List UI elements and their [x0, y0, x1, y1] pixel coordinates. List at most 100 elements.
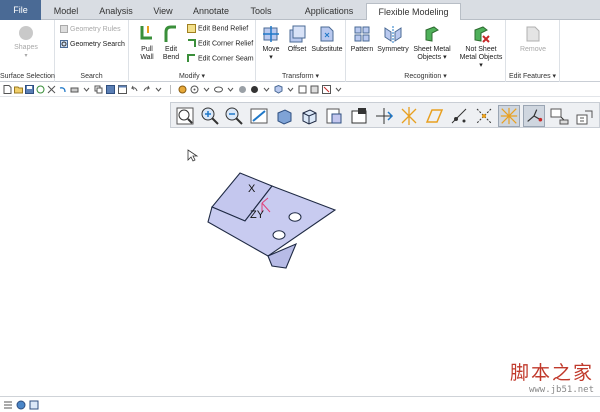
shading-with-edges-icon[interactable] — [298, 105, 320, 127]
redo-arrow-icon[interactable] — [142, 85, 151, 94]
appearance-sphere-icon[interactable] — [250, 85, 259, 94]
repaint-view-icon[interactable] — [248, 105, 270, 127]
print-icon[interactable] — [70, 85, 79, 94]
group-label-surface-selection: Surface Selection — [0, 73, 55, 80]
tab-tools[interactable]: Tools — [244, 3, 278, 20]
group-label-transform: Transform ▾ — [281, 73, 320, 80]
chevron-down-icon[interactable] — [202, 85, 211, 94]
geometry-search-button[interactable]: Geometry Search — [60, 40, 125, 50]
chevron-down-icon[interactable] — [334, 85, 343, 94]
group-label-edit-features: Edit Features ▾ — [508, 73, 557, 80]
csys-x-label: X — [248, 183, 256, 195]
chevron-down-icon[interactable] — [226, 85, 235, 94]
corner-relief-icon — [188, 39, 196, 47]
tab-model[interactable]: Model — [46, 3, 86, 20]
open-icon[interactable] — [14, 85, 23, 94]
pull-wall-icon — [140, 26, 152, 40]
chevron-down-icon[interactable] — [154, 85, 163, 94]
csys-zy-label: ZY — [250, 209, 265, 221]
spin-center-icon[interactable] — [190, 85, 199, 94]
tab-view[interactable]: View — [146, 3, 180, 20]
edit-bend-relief-button[interactable]: Edit Bend Relief — [187, 24, 248, 34]
move-icon — [263, 26, 279, 42]
not-sheet-metal-objects-button[interactable]: Not Sheet Metal Objects ▾ — [458, 24, 504, 70]
hidden-line-icon[interactable] — [323, 105, 345, 127]
tab-annotate[interactable]: Annotate — [186, 3, 236, 20]
chevron-down-icon[interactable] — [262, 85, 271, 94]
save-copy-icon[interactable] — [106, 85, 115, 94]
csys-display-icon[interactable] — [523, 105, 545, 127]
status-bar — [0, 396, 600, 412]
datum-display-icon[interactable] — [298, 85, 307, 94]
browser-toggle-icon[interactable] — [16, 400, 26, 410]
view-manager-icon[interactable] — [214, 85, 223, 94]
new-icon[interactable] — [3, 85, 12, 94]
move-button[interactable]: Move ▾ — [259, 24, 283, 62]
display-settings-icon[interactable] — [322, 85, 331, 94]
chevron-down-icon[interactable] — [82, 85, 91, 94]
annotation-display-icon[interactable] — [498, 105, 520, 127]
tab-flexible-modeling[interactable]: Flexible Modeling — [366, 3, 461, 21]
spin-center-icon[interactable] — [473, 105, 495, 127]
substitute-button[interactable]: Substitute — [310, 24, 344, 54]
window-icon[interactable] — [118, 85, 127, 94]
saved-orientations-icon[interactable] — [274, 85, 283, 94]
zoom-out-icon[interactable] — [223, 105, 245, 127]
pattern-button[interactable]: Pattern — [348, 24, 376, 54]
repaint-icon[interactable] — [178, 85, 187, 94]
geometry-rules-icon — [60, 25, 68, 34]
edit-corner-seam-button[interactable]: Edit Corner Seam — [187, 54, 254, 64]
group-search: Geometry Rules Geometry Search Search — [55, 20, 129, 82]
datum-planes-icon[interactable] — [373, 105, 395, 127]
offset-icon — [289, 25, 306, 43]
tab-applications[interactable]: Applications — [296, 3, 362, 20]
pull-wall-button[interactable]: Pull Wall — [137, 24, 157, 62]
watermark-main: 脚本之家 — [509, 362, 594, 384]
part-hole — [272, 230, 286, 240]
zoom-in-icon[interactable] — [199, 105, 221, 127]
view-manager-icon[interactable] — [573, 105, 595, 127]
graphics-canvas[interactable]: X ZY — [0, 98, 600, 396]
undo-icon[interactable] — [58, 85, 67, 94]
shaded-view-icon[interactable] — [273, 105, 295, 127]
part-hole — [288, 212, 302, 222]
geometry-search-icon — [60, 40, 68, 49]
regenerate-icon[interactable] — [36, 85, 45, 94]
datum-axes-icon[interactable] — [398, 105, 420, 127]
symmetry-button[interactable]: Symmetry — [377, 24, 409, 54]
group-edit-features: Remove Edit Features ▾ — [506, 20, 560, 82]
tab-file[interactable]: File — [0, 0, 41, 20]
remove-icon — [526, 26, 540, 42]
display-style-icon[interactable] — [548, 105, 570, 127]
datum-csys-icon[interactable] — [448, 105, 470, 127]
offset-button[interactable]: Offset — [285, 24, 309, 54]
undo-arrow-icon[interactable] — [130, 85, 139, 94]
edit-corner-relief-button[interactable]: Edit Corner Relief — [187, 39, 253, 49]
symmetry-icon — [384, 26, 402, 43]
group-modify: Pull Wall Edit Bend Edit Bend Relief Edi… — [129, 20, 256, 82]
full-screen-icon[interactable] — [29, 400, 39, 410]
remove-button[interactable]: Remove — [514, 24, 552, 54]
sheet-metal-objects-button[interactable]: Sheet Metal Objects ▾ — [412, 24, 452, 62]
datum-points-icon[interactable] — [423, 105, 445, 127]
tab-analysis[interactable]: Analysis — [94, 3, 138, 20]
refit-icon[interactable] — [174, 105, 196, 127]
chevron-down-icon[interactable] — [286, 85, 295, 94]
navigator-toggle-icon[interactable] — [3, 400, 13, 410]
group-label-modify: Modify ▾ — [178, 73, 206, 80]
group-label-search: Search — [80, 73, 103, 80]
geometry-rules-button[interactable]: Geometry Rules — [60, 25, 121, 35]
shapes-button[interactable]: Shapes ▾ — [8, 24, 44, 60]
copy-icon[interactable] — [94, 85, 103, 94]
edit-bend-button[interactable]: Edit Bend — [161, 24, 181, 62]
group-recognition: Pattern Symmetry Sheet Metal Objects ▾ N… — [346, 20, 506, 82]
not-sheet-metal-objects-icon — [474, 26, 490, 43]
no-hidden-icon[interactable] — [348, 105, 370, 127]
sheet-metal-objects-icon — [425, 26, 439, 42]
pattern-icon — [354, 26, 370, 42]
mouse-pointer-icon — [187, 149, 199, 162]
save-icon[interactable] — [25, 85, 34, 94]
appearance-icon[interactable] — [238, 85, 247, 94]
layer-icon[interactable] — [310, 85, 319, 94]
close-window-icon[interactable] — [47, 85, 56, 94]
